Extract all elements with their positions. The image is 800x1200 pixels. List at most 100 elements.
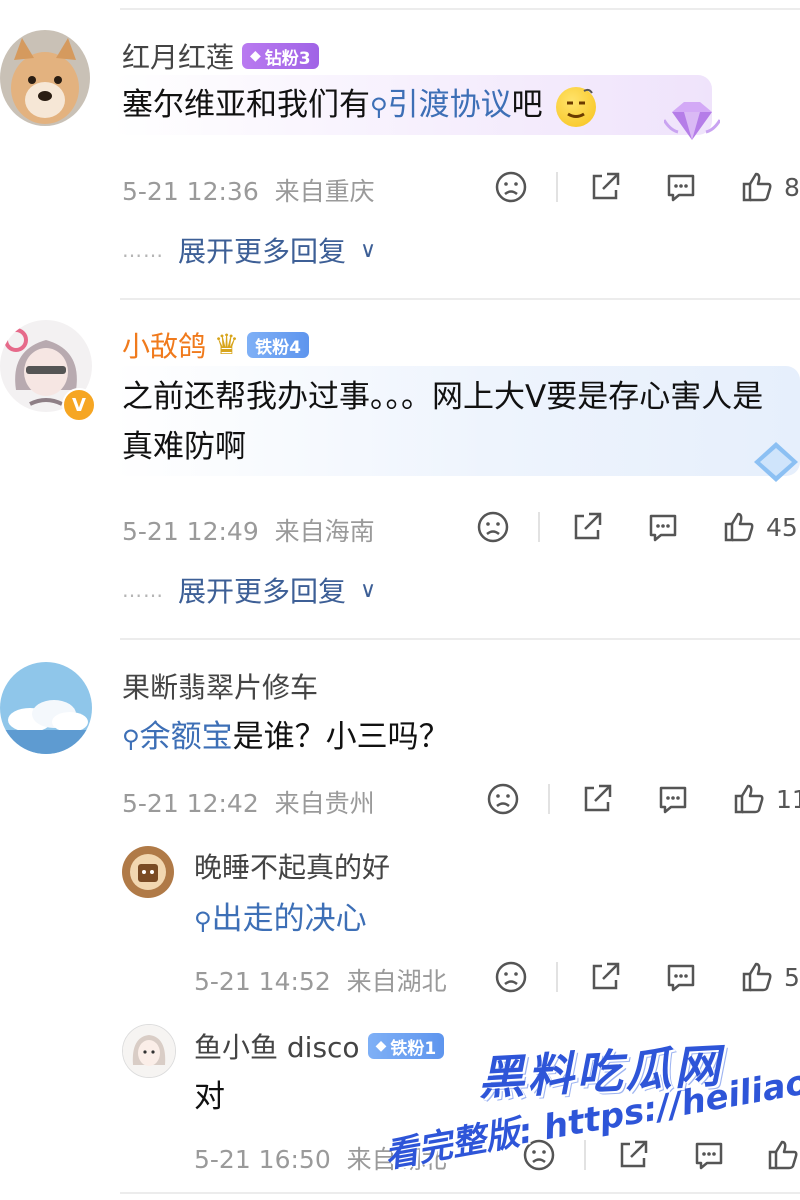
comment1-text: 塞尔维亚和我们有⚲引渡协议吧	[122, 80, 597, 132]
comment-icon	[695, 1142, 723, 1170]
comment1-meta: 5-21 12:36 来自重庆	[122, 172, 375, 208]
comment3-location: 来自贵州	[274, 789, 375, 818]
diamond-decoration-icon	[662, 100, 722, 142]
reply2-header: 鱼小鱼 disco ◆ 铁粉1	[194, 1026, 445, 1066]
diamond-icon: ◆	[375, 1038, 387, 1054]
comment1-text-pre: 塞尔维亚和我们有	[122, 87, 370, 123]
reply1-username[interactable]: 晚睡不起真的好	[194, 846, 390, 886]
comment1-header: 红月红莲 ◆ 钻粉3	[122, 36, 319, 76]
fan-badge[interactable]: ◆ 钻粉3	[242, 43, 319, 69]
comment1-topic-link[interactable]: 引渡协议	[388, 87, 512, 123]
comment2-text: 之前还帮我办过事。。。网上大V要是存心害人是真难防啊	[122, 379, 764, 465]
reply1-text: ⚲出走的决心	[194, 894, 367, 946]
reply1-location: 来自湖北	[346, 967, 447, 996]
action-separator	[556, 962, 558, 992]
comment3-text-post: 是谁？小三吗？	[232, 719, 450, 755]
action-separator	[556, 172, 558, 202]
reply2-meta: 5-21 16:50 来自湖北	[194, 1140, 447, 1176]
like-button[interactable]: 11	[732, 782, 800, 816]
reply2-text: 对	[194, 1079, 225, 1115]
reply1-header: 晚睡不起真的好	[194, 846, 390, 886]
search-icon: ⚲	[194, 907, 212, 935]
reply1-time: 5-21 14:52	[194, 967, 331, 996]
dislike-button[interactable]	[522, 1138, 556, 1172]
expand-replies-button[interactable]: …… 展开更多回复 ∨	[122, 570, 376, 610]
share-icon	[574, 512, 602, 540]
dislike-button[interactable]	[486, 782, 520, 816]
watermark-logo: 黑料吃瓜网	[476, 1038, 725, 1106]
reply-button[interactable]	[656, 782, 690, 816]
thumbs-up-icon	[734, 784, 764, 814]
share-button[interactable]	[570, 510, 604, 544]
dislike-button[interactable]	[494, 960, 528, 994]
fan-badge[interactable]: 铁粉4	[247, 332, 309, 358]
frown-icon	[495, 171, 527, 203]
comment2-meta: 5-21 12:49 来自海南	[122, 512, 375, 548]
reply2-location: 来自湖北	[346, 1145, 447, 1174]
like-count: 8	[784, 172, 800, 202]
comment2-username[interactable]: 小敌鸽	[122, 325, 206, 365]
comment2-time: 5-21 12:49	[122, 517, 259, 546]
dislike-button[interactable]	[476, 510, 510, 544]
reply-avatar[interactable]	[122, 1024, 176, 1078]
comment3-meta: 5-21 12:42 来自贵州	[122, 784, 375, 820]
fan-badge[interactable]: ◆ 铁粉1	[367, 1033, 445, 1059]
reply2-time: 5-21 16:50	[194, 1145, 331, 1174]
comment3-text: ⚲余额宝是谁？小三吗？	[122, 712, 450, 764]
like-button[interactable]: 45	[722, 510, 798, 544]
avatar-dog[interactable]	[0, 30, 90, 126]
share-button[interactable]	[588, 960, 622, 994]
like-button[interactable]: 8	[740, 170, 800, 204]
expand-replies-label: 展开更多回复	[178, 235, 347, 268]
share-icon	[592, 962, 620, 990]
comment2-location: 来自海南	[274, 517, 375, 546]
frown-icon	[487, 783, 519, 815]
avatar-sky[interactable]	[0, 662, 92, 754]
comment-icon	[667, 174, 695, 202]
reply-button[interactable]	[664, 960, 698, 994]
like-button[interactable]: 5	[740, 960, 800, 994]
share-button[interactable]	[580, 782, 614, 816]
comment1-text-post: 吧	[511, 87, 543, 123]
share-icon	[584, 784, 612, 812]
like-button[interactable]	[766, 1138, 800, 1172]
crown-icon: ♛	[214, 328, 240, 361]
diamond-icon: ◆	[250, 48, 261, 64]
like-count: 45	[766, 512, 798, 542]
like-count: 11	[776, 784, 800, 814]
action-separator	[538, 512, 540, 542]
fan-badge-label: 铁粉1	[390, 1038, 437, 1059]
comment3-topic-link[interactable]: 余额宝	[140, 719, 233, 755]
reply1-topic-link[interactable]: 出走的决心	[212, 901, 367, 937]
thumbs-up-icon	[742, 172, 772, 202]
comment-divider	[120, 1192, 800, 1194]
share-button[interactable]	[588, 170, 622, 204]
dislike-button[interactable]	[494, 170, 528, 204]
expand-replies-button[interactable]: …… 展开更多回复 ∨	[122, 230, 376, 270]
chevron-down-icon: ∨	[360, 577, 377, 603]
frown-icon	[523, 1139, 555, 1171]
comment2-header: 小敌鸽 ♛ 铁粉4	[122, 325, 309, 365]
reply-button[interactable]	[664, 170, 698, 204]
share-icon	[592, 172, 620, 200]
expand-replies-label: 展开更多回复	[178, 575, 347, 608]
share-button[interactable]	[616, 1138, 650, 1172]
comment-icon	[649, 514, 677, 542]
verified-badge-icon: V	[62, 388, 96, 422]
chevron-down-icon: ∨	[360, 237, 377, 263]
comment3-header: 果断翡翠片修车	[122, 666, 318, 706]
reply-button[interactable]	[646, 510, 680, 544]
top-divider	[120, 8, 800, 10]
dots-icon: ……	[122, 238, 164, 262]
comment1-username[interactable]: 红月红莲	[122, 36, 234, 76]
comment3-username[interactable]: 果断翡翠片修车	[122, 666, 318, 706]
reply-avatar[interactable]	[122, 846, 174, 898]
comment1-time: 5-21 12:36	[122, 177, 259, 206]
thumbs-up-icon	[768, 1140, 798, 1170]
comment-icon	[667, 964, 695, 992]
thumbs-up-icon	[742, 962, 772, 992]
reply2-username[interactable]: 鱼小鱼 disco	[194, 1026, 360, 1066]
reply-button[interactable]	[692, 1138, 726, 1172]
comment3-time: 5-21 12:42	[122, 789, 259, 818]
action-separator	[548, 784, 550, 814]
